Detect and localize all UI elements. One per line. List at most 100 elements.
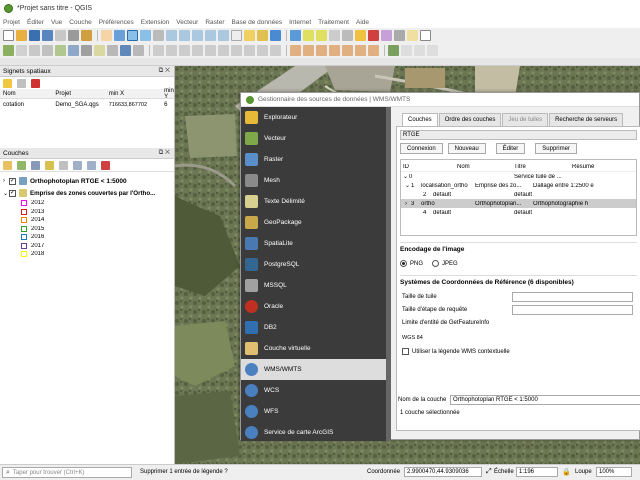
contextual-legend-checkbox[interactable]	[402, 348, 409, 355]
vertex-tool-icon[interactable]	[192, 45, 203, 56]
filter-expression-icon[interactable]	[59, 160, 68, 170]
new-button[interactable]: Nouveau	[447, 143, 486, 154]
undo-icon[interactable]	[257, 45, 268, 56]
tree-row[interactable]: ⌄ 1 localisation_ortho Emprise des zo...…	[401, 181, 636, 190]
tab-couches[interactable]: Couches	[402, 113, 438, 126]
label-pin-icon[interactable]	[303, 45, 314, 56]
layer-checkbox[interactable]: ✓	[9, 189, 16, 197]
source-mssql[interactable]: MSSQL	[241, 275, 391, 296]
bookmark-row[interactable]: cotation Demo_SGA.qgs 716633,867702 6	[0, 99, 174, 111]
menu-internet[interactable]: Internet	[289, 19, 311, 26]
new-shapefile-icon[interactable]	[29, 45, 40, 56]
connection-select[interactable]: RTGE	[400, 130, 637, 140]
add-vector-icon[interactable]	[55, 45, 66, 56]
menu-extension[interactable]: Extension	[141, 19, 170, 26]
expand-icon[interactable]: ›	[401, 201, 411, 207]
save-edits-icon[interactable]	[166, 45, 177, 56]
menu-editer[interactable]: Éditer	[27, 19, 44, 26]
tree-row[interactable]: ⌄ 0 Service tuilé de ...	[401, 172, 636, 181]
text-annotation-icon[interactable]	[420, 30, 431, 41]
source-wms-wmts[interactable]: WMS/WMTS	[241, 359, 391, 380]
add-bookmark-icon[interactable]	[3, 78, 12, 88]
layer-item[interactable]: › ✓ Orthophotoplan RTGE < 1:5000	[3, 175, 171, 187]
zoom-last-icon[interactable]	[205, 30, 216, 41]
source-wfs[interactable]: WFS	[241, 401, 391, 422]
paste-features-icon[interactable]	[244, 45, 255, 56]
manage-visibility-icon[interactable]	[31, 160, 40, 170]
field-calculator-icon[interactable]	[355, 30, 366, 41]
plugin-icon[interactable]	[401, 45, 412, 56]
zoom-out-icon[interactable]	[140, 30, 151, 41]
collapse-all-icon[interactable]	[87, 160, 96, 170]
source-oracle[interactable]: Oracle	[241, 296, 391, 317]
select-value-icon[interactable]	[316, 30, 327, 41]
png-radio[interactable]	[400, 260, 407, 267]
edit-button[interactable]: Éditer	[495, 143, 526, 154]
source-postgresql[interactable]: PostgreSQL	[241, 254, 391, 275]
tab-recherche-de-serveurs[interactable]: Recherche de serveurs	[549, 113, 624, 126]
add-raster-icon[interactable]	[68, 45, 79, 56]
tree-row[interactable]: 4 default default	[401, 208, 636, 217]
measure-icon[interactable]	[394, 30, 405, 41]
redo-icon[interactable]	[270, 45, 281, 56]
label-rotate-icon[interactable]	[342, 45, 353, 56]
source-explorer[interactable]: Explorateur	[241, 107, 391, 128]
add-postgis-icon[interactable]	[120, 45, 131, 56]
source-db2[interactable]: DB2	[241, 317, 391, 338]
menu-aide[interactable]: Aide	[356, 19, 369, 26]
pan-selection-icon[interactable]	[114, 30, 125, 41]
style-manager-icon[interactable]	[81, 30, 92, 41]
zoom-next-icon[interactable]	[218, 30, 229, 41]
print-layout-icon[interactable]	[55, 30, 66, 41]
processing-toolbox-icon[interactable]	[381, 30, 392, 41]
legend-item-2015[interactable]: 2015	[3, 225, 171, 234]
pan-hand-icon[interactable]	[101, 30, 112, 41]
new-spatialite-icon[interactable]	[42, 45, 53, 56]
menu-raster[interactable]: Raster	[205, 19, 224, 26]
label-change-icon[interactable]	[355, 45, 366, 56]
select-features-icon[interactable]	[303, 30, 314, 41]
locator-search[interactable]: ⌕ Taper pour trouver (Ctrl+K)	[2, 467, 132, 478]
collapse-icon[interactable]: ⌄	[401, 182, 411, 189]
lock-scale-icon[interactable]: 🔒	[562, 468, 571, 476]
source-delimited-text[interactable]: Texte Délimité	[241, 191, 391, 212]
new-bookmark-icon[interactable]	[244, 30, 255, 41]
delete-selected-icon[interactable]	[205, 45, 216, 56]
filter-legend-icon[interactable]	[45, 160, 54, 170]
zoom-layer-icon[interactable]	[192, 30, 203, 41]
tile-size-input[interactable]	[512, 292, 633, 302]
tree-row-selected[interactable]: › 3 ortho Orthophotoplan... Orthophotogr…	[401, 199, 636, 208]
source-spatialite[interactable]: SpatiaLite	[241, 233, 391, 254]
toggle-extent-icon[interactable]: ⤢	[486, 468, 492, 476]
source-raster[interactable]: Raster	[241, 149, 391, 170]
source-geopackage[interactable]: GeoPackage	[241, 212, 391, 233]
copy-features-icon[interactable]	[231, 45, 242, 56]
source-vector[interactable]: Vecteur	[241, 128, 391, 149]
identify-icon[interactable]	[290, 30, 301, 41]
statistics-icon[interactable]	[368, 30, 379, 41]
new-project-icon[interactable]	[3, 30, 14, 41]
zoom-native-icon[interactable]	[153, 30, 164, 41]
legend-item-2018[interactable]: 2018	[3, 250, 171, 259]
menu-projet[interactable]: Projet	[3, 19, 20, 26]
float-close-icon[interactable]: ⧉ ✕	[159, 149, 170, 157]
tree-row[interactable]: 2 default default	[401, 190, 636, 199]
layout-manager-icon[interactable]	[68, 30, 79, 41]
plugin-icon[interactable]	[414, 45, 425, 56]
open-styling-icon[interactable]	[3, 160, 12, 170]
legend-item-2016[interactable]: 2016	[3, 233, 171, 242]
legend-item-2012[interactable]: 2012	[3, 199, 171, 208]
add-mesh-icon[interactable]	[81, 45, 92, 56]
label-move-icon[interactable]	[329, 45, 340, 56]
layer-checkbox[interactable]: ✓	[9, 177, 16, 185]
python-console-icon[interactable]	[388, 45, 399, 56]
new-geopackage-icon[interactable]	[16, 45, 27, 56]
jpeg-radio[interactable]	[432, 260, 440, 267]
deselect-icon[interactable]	[329, 30, 340, 41]
source-mesh[interactable]: Mesh	[241, 170, 391, 191]
legend-item-2013[interactable]: 2013	[3, 208, 171, 217]
refresh-icon[interactable]	[270, 30, 281, 41]
new-map-view-icon[interactable]	[231, 30, 242, 41]
zoom-in-icon[interactable]	[127, 30, 138, 41]
diagram-tool-icon[interactable]	[368, 45, 379, 56]
